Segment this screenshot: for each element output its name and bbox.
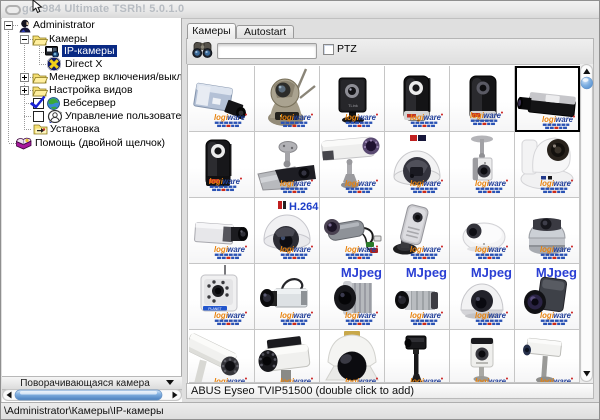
svg-text:ware: ware [227, 311, 245, 320]
svg-text:logi: logi [470, 111, 485, 120]
svg-text:logi: logi [280, 311, 295, 320]
svg-text:logi: logi [280, 113, 295, 122]
svg-text:ware: ware [358, 245, 376, 254]
svg-text:MJpeg: MJpeg [471, 265, 512, 280]
svg-text:MJpeg: MJpeg [341, 265, 382, 280]
svg-text:ware: ware [358, 311, 376, 320]
svg-text:ware: ware [293, 245, 311, 254]
svg-text:ware: ware [488, 179, 506, 188]
svg-text:ware: ware [227, 245, 245, 254]
svg-text:ware: ware [423, 245, 441, 254]
svg-text:logi: logi [410, 311, 425, 320]
svg-text:TLink: TLink [348, 103, 358, 108]
svg-text:logi: logi [280, 179, 295, 188]
svg-text:logi: logi [475, 311, 490, 320]
svg-text:logi: logi [345, 245, 360, 254]
svg-text:logi: logi [475, 245, 490, 254]
svg-text:ware: ware [222, 177, 240, 186]
svg-text:ware: ware [553, 179, 571, 188]
svg-text:logi: logi [345, 311, 360, 320]
svg-text:logi: logi [540, 179, 555, 188]
svg-text:MJpeg: MJpeg [406, 265, 447, 280]
svg-text:ware: ware [423, 113, 441, 122]
svg-text:logi: logi [410, 179, 425, 188]
svg-text:ware: ware [553, 245, 571, 254]
svg-text:ware: ware [293, 179, 311, 188]
svg-text:logi: logi [209, 177, 224, 186]
svg-text:logi: logi [280, 245, 295, 254]
svg-text:ware: ware [555, 115, 573, 124]
svg-text:H.264: H.264 [289, 201, 319, 213]
svg-text:ware: ware [488, 245, 506, 254]
svg-text:ware: ware [483, 111, 501, 120]
svg-text:ware: ware [293, 311, 311, 320]
svg-text:logi: logi [542, 115, 557, 124]
svg-text:ware: ware [423, 311, 441, 320]
svg-text:logi: logi [410, 245, 425, 254]
svg-text:logi: logi [214, 311, 229, 320]
svg-text:logi: logi [214, 113, 229, 122]
svg-text:logi: logi [345, 179, 360, 188]
svg-text:logi: logi [475, 179, 490, 188]
svg-text:logi: logi [540, 311, 555, 320]
svg-text:ware: ware [227, 113, 245, 122]
svg-text:logi: logi [214, 245, 229, 254]
svg-text:logi: logi [540, 245, 555, 254]
svg-text:ware: ware [358, 113, 376, 122]
svg-text:ware: ware [488, 311, 506, 320]
svg-text:logi: logi [410, 113, 425, 122]
svg-text:logi: logi [345, 113, 360, 122]
svg-text:ware: ware [423, 179, 441, 188]
svg-text:ware: ware [553, 311, 571, 320]
svg-text:ware: ware [358, 179, 376, 188]
svg-text:ware: ware [293, 113, 311, 122]
